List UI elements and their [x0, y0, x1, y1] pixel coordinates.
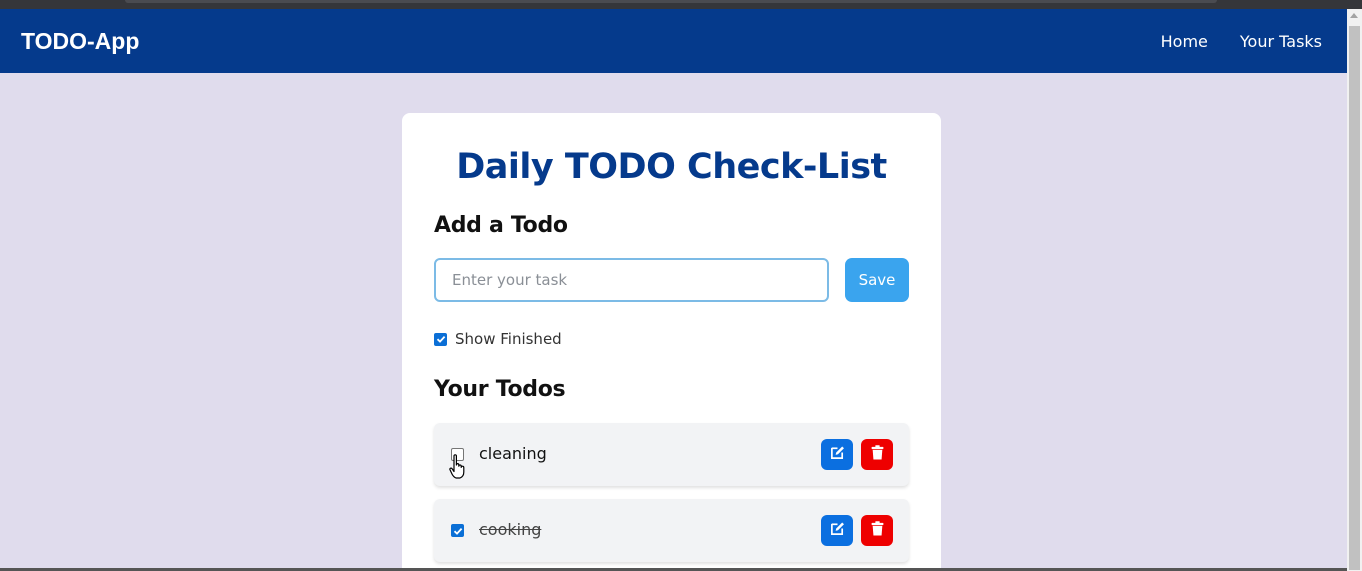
delete-button[interactable]	[861, 515, 893, 546]
delete-button[interactable]	[861, 439, 893, 470]
nav-link-home[interactable]: Home	[1161, 32, 1208, 51]
edit-icon	[830, 445, 845, 464]
todo-text: cleaning	[479, 444, 547, 463]
nav-links: Home Your Tasks	[1161, 32, 1322, 51]
todo-text: cooking	[479, 520, 542, 539]
show-finished-toggle[interactable]: Show Finished	[434, 330, 562, 348]
brand-logo[interactable]: TODO-App	[21, 28, 139, 55]
todo-item: cleaning	[434, 423, 909, 486]
navbar: TODO-App Home Your Tasks	[0, 9, 1347, 73]
edit-icon	[830, 521, 845, 540]
browser-tab-strip	[125, 0, 1217, 3]
todo-card: Daily TODO Check-List Add a Todo Save Sh…	[402, 113, 941, 571]
todo-checkbox[interactable]	[451, 524, 464, 537]
edit-button[interactable]	[821, 439, 853, 470]
show-finished-checkbox[interactable]	[434, 332, 447, 346]
your-todos-heading: Your Todos	[434, 377, 566, 402]
scroll-up-icon[interactable]	[1350, 13, 1358, 18]
hand-pointer-icon	[449, 454, 466, 484]
scrollbar[interactable]	[1347, 9, 1362, 571]
trash-icon	[871, 445, 884, 464]
scrollbar-thumb[interactable]	[1349, 26, 1360, 570]
show-finished-label: Show Finished	[455, 330, 562, 348]
browser-top-bar	[0, 0, 1362, 9]
page-title: Daily TODO Check-List	[456, 147, 887, 187]
trash-icon	[871, 521, 884, 540]
save-button[interactable]: Save	[845, 258, 909, 302]
edit-button[interactable]	[821, 515, 853, 546]
task-input[interactable]	[434, 258, 829, 302]
nav-link-your-tasks[interactable]: Your Tasks	[1240, 32, 1322, 51]
add-todo-heading: Add a Todo	[434, 213, 568, 238]
todo-item: cooking	[434, 499, 909, 562]
